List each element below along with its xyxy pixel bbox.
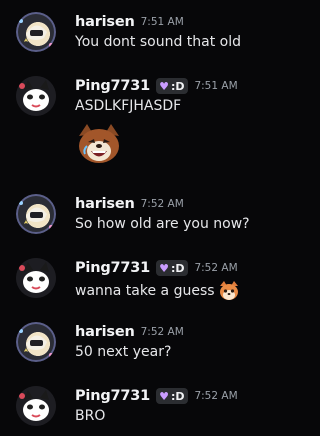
avatar-decoration-icon: [16, 194, 56, 234]
server-tag[interactable]: ♥ :D: [156, 388, 189, 404]
purple-heart-icon: ♥: [159, 389, 169, 403]
username[interactable]: harisen: [75, 324, 135, 340]
timestamp: 7:51 AM: [140, 16, 184, 28]
avatar[interactable]: [16, 386, 56, 426]
server-tag[interactable]: ♥ :D: [156, 260, 189, 276]
wolf-laughing-emoji[interactable]: [75, 120, 123, 168]
username[interactable]: harisen: [75, 196, 135, 212]
username[interactable]: harisen: [75, 14, 135, 30]
server-tag-label: :D: [170, 261, 185, 275]
username[interactable]: Ping7731: [75, 388, 150, 404]
avatar-decoration-icon: [16, 322, 56, 362]
message-text: So how old are you now?: [75, 216, 250, 232]
username[interactable]: Ping7731: [75, 260, 150, 276]
username[interactable]: Ping7731: [75, 78, 150, 94]
avatar[interactable]: [16, 12, 56, 52]
timestamp: 7:52 AM: [140, 326, 184, 338]
purple-heart-icon: ♥: [159, 261, 169, 275]
server-tag-label: :D: [170, 389, 185, 403]
avatar-cat-icon: [16, 386, 56, 426]
avatar[interactable]: [16, 258, 56, 298]
message-text: wanna take a guess: [75, 283, 215, 299]
message-text: BRO: [75, 408, 106, 424]
avatar[interactable]: [16, 76, 56, 116]
message-text: 50 next year?: [75, 344, 172, 360]
message-text: ASDLKFJHASDF: [75, 98, 182, 114]
server-tag-label: :D: [170, 79, 185, 93]
avatar-cat-icon: [16, 258, 56, 298]
message-text-row: wanna take a guess: [75, 280, 240, 302]
timestamp: 7:52 AM: [194, 262, 238, 274]
timestamp: 7:51 AM: [194, 80, 238, 92]
avatar-decoration-icon: [16, 12, 56, 52]
fox-face-emoji[interactable]: [218, 280, 240, 302]
purple-heart-icon: ♥: [159, 79, 169, 93]
avatar[interactable]: [16, 194, 56, 234]
avatar[interactable]: [16, 322, 56, 362]
server-tag[interactable]: ♥ :D: [156, 78, 189, 94]
timestamp: 7:52 AM: [194, 390, 238, 402]
timestamp: 7:52 AM: [140, 198, 184, 210]
message-text: You dont sound that old: [75, 34, 242, 50]
avatar-cat-icon: [16, 76, 56, 116]
